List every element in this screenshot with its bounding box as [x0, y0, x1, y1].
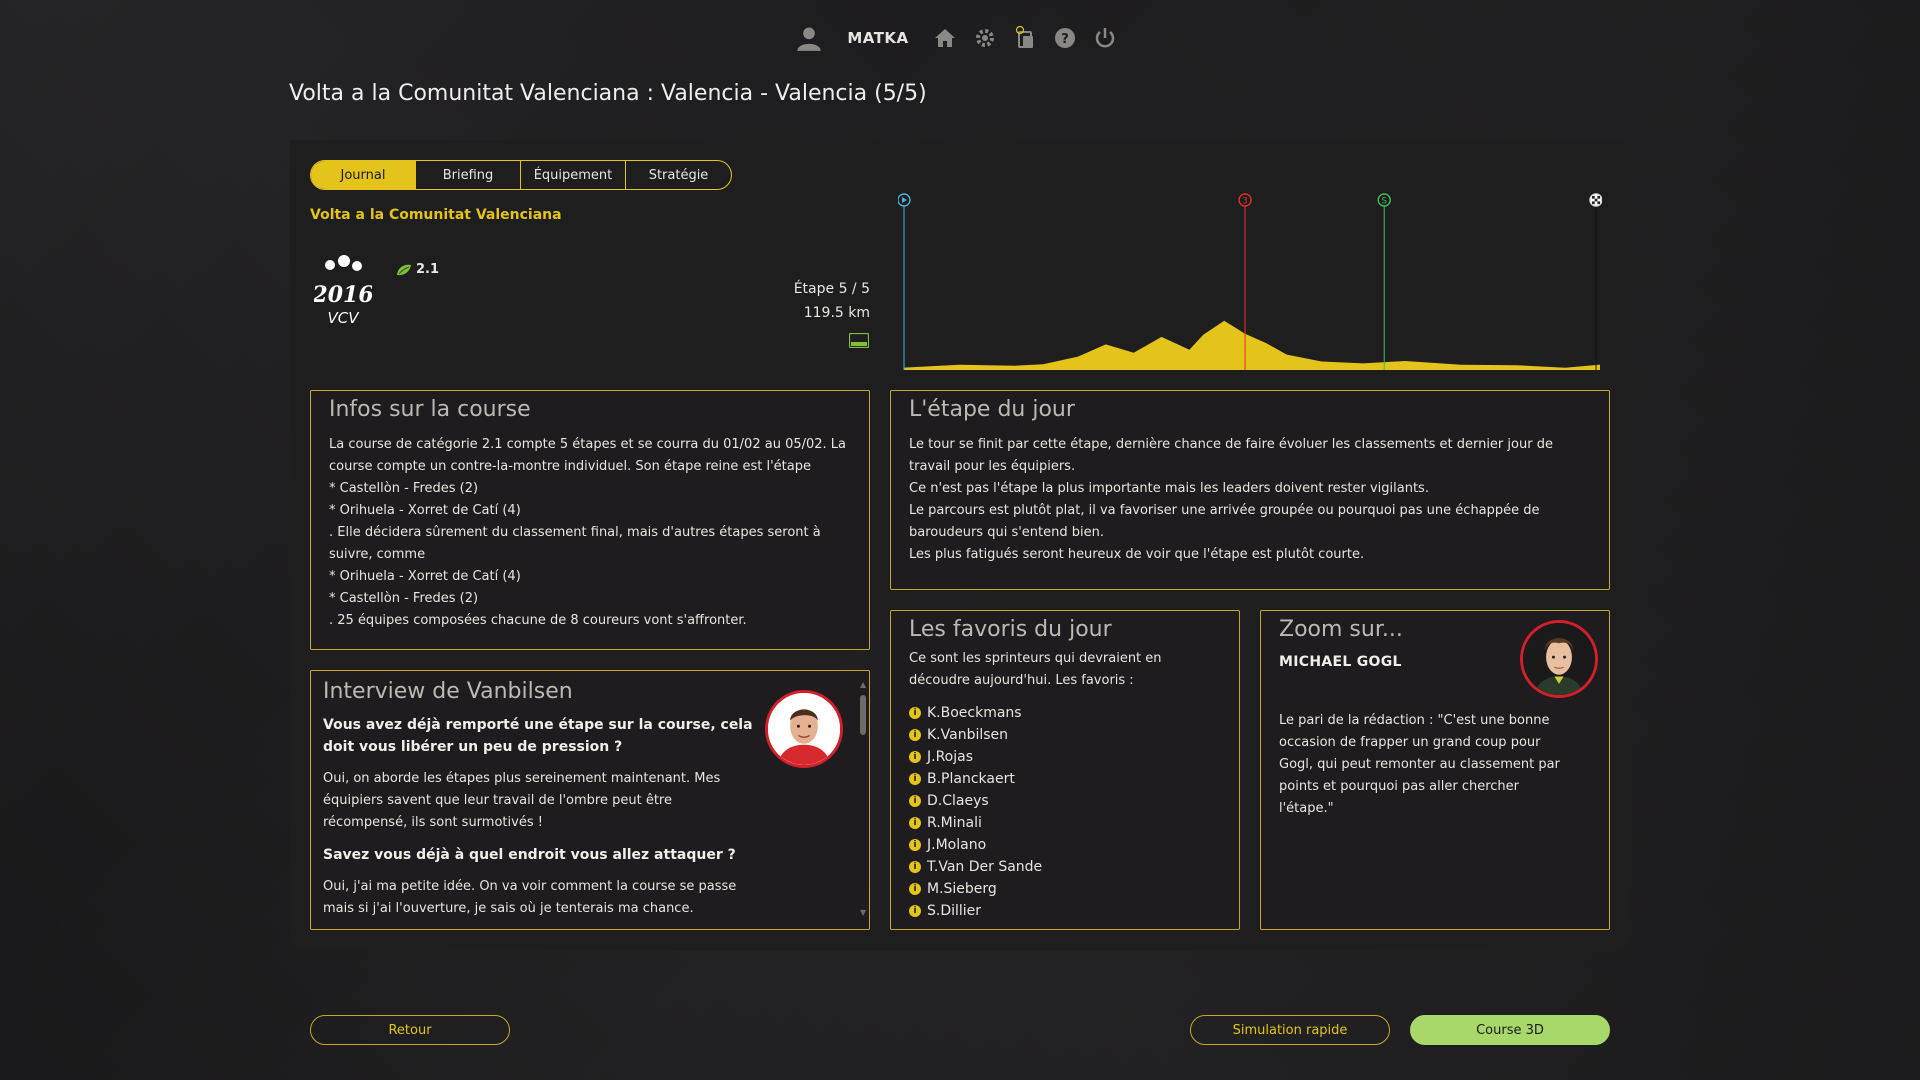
info-icon[interactable]: i [909, 839, 921, 851]
etape-line: Le parcours est plutôt plat, il va favor… [909, 503, 1540, 540]
etape-line: Le tour se finit par cette étape, derniè… [909, 437, 1553, 474]
vanbilsen-avatar [765, 690, 843, 768]
info-icon[interactable]: i [909, 861, 921, 873]
favori-name[interactable]: B.Planckaert [927, 768, 1015, 790]
finish-flag-square [1597, 196, 1601, 199]
finish-flag-square [1592, 196, 1595, 199]
favori-name[interactable]: S.Dillier [927, 900, 981, 922]
infos-line: . 25 équipes composées chacune de 8 cour… [329, 613, 747, 628]
race-3d-button[interactable]: Course 3D [1410, 1015, 1610, 1045]
stage-info: Étape 5 / 5 119.5 km [794, 277, 870, 325]
page-title: Volta a la Comunitat Valenciana : Valenc… [289, 81, 927, 106]
list-item[interactable]: i T.Van Der Sande [909, 856, 1221, 878]
user-icon[interactable] [795, 24, 823, 52]
cards-icon[interactable] [1013, 24, 1037, 52]
favori-name[interactable]: K.Boeckmans [927, 702, 1022, 724]
favoris-panel: Les favoris du jour Ce sont les sprinteu… [890, 610, 1240, 930]
info-icon[interactable]: i [909, 729, 921, 741]
list-item[interactable]: i K.Boeckmans [909, 702, 1221, 724]
etape-line: Ce n'est pas l'étape la plus importante … [909, 481, 1429, 496]
interview-answer: Oui, j'ai ma petite idée. On va voir com… [323, 879, 737, 916]
flat-stage-icon [848, 332, 870, 349]
interview-question: Savez vous déjà à quel endroit vous alle… [323, 847, 736, 863]
logo-year: 2016 [314, 282, 372, 308]
list-item[interactable]: i K.Vanbilsen [909, 724, 1221, 746]
favori-name[interactable]: D.Claeys [927, 790, 989, 812]
list-item[interactable]: i J.Rojas [909, 746, 1221, 768]
interview-scrollbar[interactable]: ▲ ▼ [860, 681, 866, 917]
info-icon[interactable]: i [909, 707, 921, 719]
infos-line: * Castellòn - Fredes (2) [329, 481, 479, 496]
category-badge: 2.1 [396, 262, 439, 277]
tab-strategie[interactable]: Stratégie [626, 161, 731, 189]
stage-number: Étape 5 / 5 [793, 281, 870, 297]
infos-line: * Orihuela - Xorret de Catí (4) [329, 503, 521, 518]
tab-briefing[interactable]: Briefing [416, 161, 521, 189]
profile-terrain [904, 320, 1600, 370]
logo-abbr: VCV [328, 309, 361, 327]
interview-question: Vous avez déjà remporté une étape sur la… [323, 717, 753, 755]
list-item[interactable]: i B.Planckaert [909, 768, 1221, 790]
list-item[interactable]: i J.Molano [909, 834, 1221, 856]
favori-name[interactable]: J.Rojas [927, 746, 973, 768]
race-name: Volta a la Comunitat Valenciana [310, 207, 562, 223]
stage-distance: 119.5 km [803, 305, 870, 321]
infos-line: . Elle décidera sûrement du classement f… [329, 525, 821, 562]
profile-marker-label: S [1381, 197, 1387, 207]
infos-title: Infos sur la course [329, 397, 531, 422]
interview-answer: Oui, on aborde les étapes plus sereineme… [323, 771, 721, 830]
etape-panel: L'étape du jour Le tour se finit par cet… [890, 390, 1610, 590]
quick-simulation-button[interactable]: Simulation rapide [1190, 1015, 1390, 1045]
etape-line: Les plus fatigués seront heureux de voir… [909, 547, 1365, 562]
scrollbar-thumb[interactable] [860, 695, 866, 735]
zoom-text: Le pari de la rédaction : "C'est une bon… [1279, 713, 1560, 816]
info-icon[interactable]: i [909, 751, 921, 763]
favoris-list: i K.Boeckmans i K.Vanbilsen i J.Rojas i B.Pl… [909, 702, 1221, 922]
tab-equipement[interactable]: Équipement [521, 161, 626, 189]
top-bar: MATKA ? [0, 24, 1920, 52]
favoris-intro: Ce sont les sprinteurs qui devraient en … [909, 651, 1162, 688]
scroll-up-arrow-icon[interactable]: ▲ [860, 681, 866, 689]
back-button[interactable]: Retour [310, 1015, 510, 1045]
infos-line: La course de catégorie 2.1 compte 5 étap… [329, 437, 847, 474]
gogl-avatar [1520, 620, 1598, 698]
home-icon[interactable] [933, 24, 957, 52]
svg-text:?: ? [1061, 32, 1069, 47]
etape-title: L'étape du jour [909, 397, 1075, 422]
infos-line: * Castellòn - Fredes (2) [329, 591, 479, 606]
stage-profile-graph: 3S [897, 193, 1603, 370]
profile-marker-label: 3 [1242, 197, 1248, 207]
race-logo: 2016 VCV [311, 255, 374, 327]
favori-name[interactable]: M.Sieberg [927, 878, 997, 900]
category-leaf-icon [396, 263, 412, 277]
list-item[interactable]: i D.Claeys [909, 790, 1221, 812]
tab-bar: Journal Briefing Équipement Stratégie [310, 160, 732, 190]
infos-panel: Infos sur la course La course de catégor… [310, 390, 870, 650]
list-item[interactable]: i R.Minali [909, 812, 1221, 834]
power-icon[interactable] [1093, 24, 1117, 52]
infos-line: * Orihuela - Xorret de Catí (4) [329, 569, 521, 584]
username[interactable]: MATKA [847, 24, 908, 52]
gear-icon[interactable] [973, 24, 997, 52]
scroll-down-arrow-icon[interactable]: ▼ [860, 909, 866, 917]
favori-name[interactable]: T.Van Der Sande [927, 856, 1042, 878]
finish-flag-square [1594, 198, 1598, 202]
info-icon[interactable]: i [909, 883, 921, 895]
info-icon[interactable]: i [909, 773, 921, 785]
category-value: 2.1 [416, 262, 440, 277]
favori-name[interactable]: K.Vanbilsen [927, 724, 1008, 746]
favoris-title: Les favoris du jour [909, 617, 1112, 642]
list-item[interactable]: i S.Dillier [909, 900, 1221, 922]
finish-flag-square [1597, 201, 1601, 205]
favori-name[interactable]: R.Minali [927, 812, 982, 834]
finish-flag-square [1592, 201, 1595, 205]
list-item[interactable]: i M.Sieberg [909, 878, 1221, 900]
tab-journal[interactable]: Journal [311, 161, 416, 189]
info-icon[interactable]: i [909, 795, 921, 807]
info-icon[interactable]: i [909, 817, 921, 829]
stage-profile: 3S [897, 188, 1603, 372]
help-icon[interactable]: ? [1053, 24, 1077, 52]
favori-name[interactable]: J.Molano [927, 834, 986, 856]
info-icon[interactable]: i [909, 905, 921, 917]
